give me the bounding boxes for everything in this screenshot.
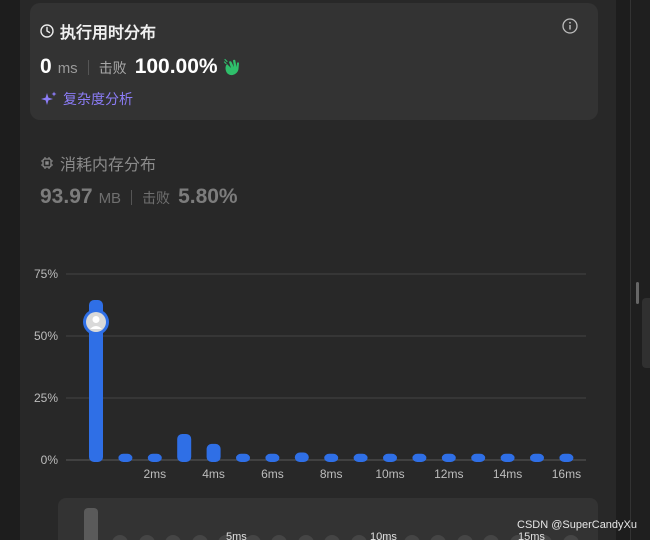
chart-bar[interactable] (530, 453, 544, 462)
overview-bar (271, 535, 287, 540)
x-tick-label: 4ms (202, 467, 225, 481)
overview-tick-label: 10ms (370, 531, 397, 540)
overview-bar (562, 535, 579, 540)
x-tick-label: 6ms (261, 467, 284, 481)
x-tick-label: 16ms (552, 467, 581, 481)
chart-bar[interactable] (500, 453, 515, 462)
overview-bar (297, 535, 314, 540)
overview-bar (191, 535, 208, 540)
x-tick-label: 2ms (143, 467, 166, 481)
y-tick-label: 50% (34, 329, 58, 343)
overview-bar (483, 535, 499, 540)
overview-bar (112, 535, 128, 540)
overview-bar (456, 535, 473, 540)
chart-bar[interactable] (383, 453, 397, 462)
runtime-distribution-chart: 0% 25% 50% 75% 2ms 4ms 6ms 8ms 10ms 12ms 14ms 16ms (34, 267, 586, 481)
chart-bar[interactable] (559, 453, 574, 462)
chart-bar[interactable] (265, 453, 280, 462)
overview-tick-label: 5ms (226, 531, 247, 540)
chart-bar[interactable] (441, 453, 456, 462)
range-drag-handle[interactable] (84, 508, 98, 540)
y-tick-label: 75% (34, 267, 58, 281)
page: 执行用时分布 0 ms 击败 100.00% 复杂度分析 消耗内存分布 93.9… (0, 0, 650, 540)
overview-bar (138, 535, 155, 540)
chart-bar[interactable] (353, 453, 368, 462)
watermark: CSDN @SuperCandyXu (517, 519, 637, 531)
overview-bar (165, 535, 181, 540)
chart-bar[interactable] (118, 453, 133, 462)
chart-bar[interactable] (177, 433, 192, 462)
chart-bar[interactable] (236, 453, 250, 462)
y-tick-label: 25% (34, 391, 58, 405)
overview-bar (403, 535, 420, 540)
chart-bar[interactable] (294, 452, 309, 462)
chart-bar[interactable] (324, 453, 339, 462)
chart-bar[interactable] (147, 453, 162, 462)
overview-bar (350, 535, 367, 540)
x-tick-label: 12ms (434, 467, 463, 481)
chart-bar[interactable] (412, 453, 427, 462)
y-tick-label: 0% (41, 453, 59, 467)
x-tick-label: 10ms (375, 467, 404, 481)
chart-bar[interactable] (471, 453, 486, 462)
overview-bar (324, 535, 340, 540)
user-avatar-marker[interactable] (83, 309, 109, 335)
x-tick-label: 8ms (320, 467, 343, 481)
chart-bar[interactable] (206, 443, 221, 462)
overview-bar (430, 535, 446, 540)
overview-tick-label: 15ms (518, 531, 545, 540)
x-tick-label: 14ms (493, 467, 522, 481)
